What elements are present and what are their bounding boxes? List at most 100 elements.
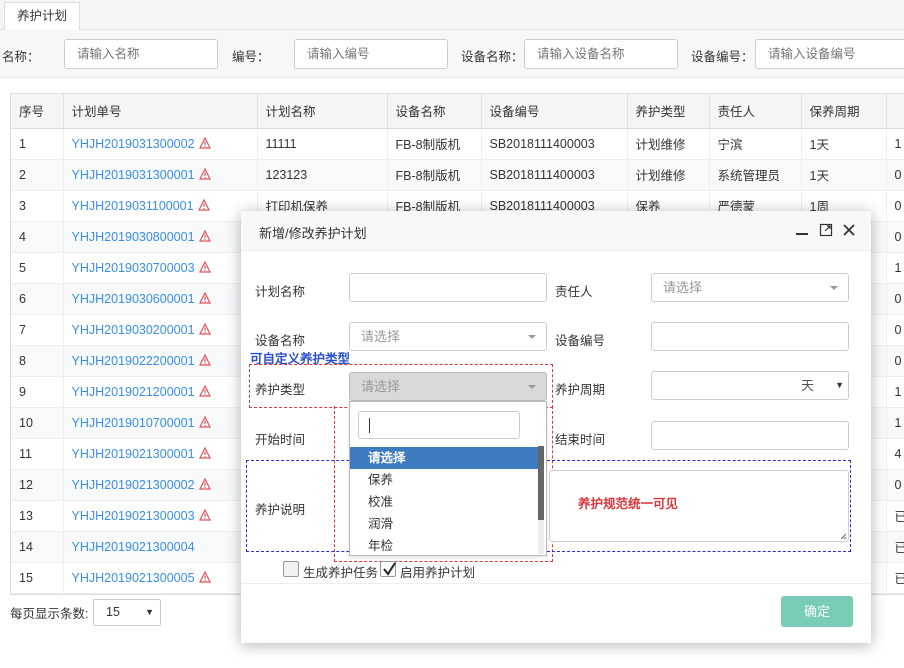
- cycle-input[interactable]: 天 ▼: [651, 371, 849, 400]
- table-cell: 0: [886, 190, 904, 222]
- warning-icon: [198, 384, 211, 397]
- plan-number-cell[interactable]: YHJH2019030200001: [63, 314, 258, 346]
- column-header: 计划单号: [63, 94, 258, 129]
- column-header: [886, 94, 904, 129]
- warning-icon: [198, 260, 211, 273]
- column-header: 养护类型: [627, 94, 710, 129]
- modal-title: 新增/修改养护计划: [259, 226, 367, 241]
- device-name-label: 设备名称: [255, 334, 306, 348]
- plan-number-cell[interactable]: YHJH2019031300002: [63, 128, 258, 160]
- table-cell: 0: [886, 345, 904, 377]
- table-cell: 0: [886, 283, 904, 315]
- maximize-icon[interactable]: [819, 223, 833, 237]
- dropdown-search-input[interactable]: [358, 411, 520, 439]
- warning-icon: [198, 508, 211, 521]
- filter-device-code-input[interactable]: [755, 39, 904, 69]
- filter-name-input[interactable]: [64, 39, 218, 69]
- column-header: 责任人: [709, 94, 802, 129]
- plan-number-cell[interactable]: YHJH2019030800001: [63, 221, 258, 253]
- plan-number-cell[interactable]: YHJH2019030700003: [63, 252, 258, 284]
- dropdown-option[interactable]: 保养: [350, 469, 540, 491]
- table-cell: 6: [11, 283, 64, 315]
- plan-number-cell[interactable]: YHJH2019010700001: [63, 407, 258, 439]
- chevron-down-icon: ▼: [145, 607, 154, 617]
- table-cell: SB2018111400003: [481, 128, 628, 160]
- end-time-label: 结束时间: [555, 433, 606, 447]
- plan-name-input[interactable]: [349, 273, 547, 302]
- device-no-label: 设备编号: [555, 334, 606, 348]
- plan-number-link[interactable]: YHJH2019031300002: [72, 137, 195, 151]
- generate-task-checkbox[interactable]: [283, 561, 299, 577]
- plan-number-cell[interactable]: YHJH2019031300001: [63, 159, 258, 191]
- plan-number-cell[interactable]: YHJH2019021300003: [63, 500, 258, 532]
- caret-down-icon: [830, 286, 838, 290]
- table-cell: 15: [11, 562, 64, 594]
- table-row[interactable]: 2 YHJH2019031300001 123123 FB-8制版机 SB2018111…: [11, 159, 904, 191]
- column-header: 设备名称: [387, 94, 482, 129]
- table-cell: 1天: [801, 128, 887, 160]
- plan-number-link[interactable]: YHJH2019022200001: [72, 354, 195, 368]
- warning-icon: [198, 446, 211, 459]
- chevron-down-icon[interactable]: ▼: [835, 372, 844, 399]
- filter-device-name-input[interactable]: [524, 39, 678, 69]
- end-time-input[interactable]: [651, 421, 849, 450]
- table-cell: 3: [11, 190, 64, 222]
- confirm-button[interactable]: 确定: [781, 596, 853, 627]
- plan-number-link[interactable]: YHJH2019031100001: [72, 199, 194, 213]
- enable-plan-checkbox[interactable]: [380, 561, 396, 577]
- type-dropdown: 请选择 保养 校准 润滑 年检: [349, 401, 547, 556]
- table-cell: 13: [11, 500, 64, 532]
- plan-number-link[interactable]: YHJH2019030200001: [72, 323, 195, 337]
- plan-number-link[interactable]: YHJH2019021300003: [72, 509, 195, 523]
- plan-number-cell[interactable]: YHJH2019021300004: [63, 531, 258, 563]
- plan-number-cell[interactable]: YHJH2019022200001: [63, 345, 258, 377]
- plan-number-cell[interactable]: YHJH2019021300001: [63, 438, 258, 470]
- table-cell: 已: [886, 531, 904, 563]
- table-cell: 1: [886, 407, 904, 439]
- owner-select[interactable]: 请选择: [651, 273, 849, 302]
- dropdown-option[interactable]: 请选择: [350, 447, 540, 469]
- type-select[interactable]: 请选择: [349, 372, 547, 401]
- plan-number-link[interactable]: YHJH2019031300001: [72, 168, 195, 182]
- plan-number-cell[interactable]: YHJH2019030600001: [63, 283, 258, 315]
- dropdown-option[interactable]: 润滑: [350, 513, 540, 535]
- plan-number-link[interactable]: YHJH2019021300001: [72, 447, 195, 461]
- device-no-input[interactable]: [651, 322, 849, 351]
- plan-number-link[interactable]: YHJH2019021200001: [72, 385, 195, 399]
- table-cell: 1: [11, 128, 64, 160]
- dropdown-option[interactable]: 年检: [350, 535, 540, 557]
- table-cell: 0: [886, 221, 904, 253]
- device-name-select[interactable]: 请选择: [349, 322, 547, 351]
- plan-number-link[interactable]: YHJH2019021300005: [72, 571, 195, 585]
- plan-number-cell[interactable]: YHJH2019031100001: [63, 190, 258, 222]
- plan-number-link[interactable]: YHJH2019030700003: [72, 261, 195, 275]
- plan-number-link[interactable]: YHJH2019021300004: [72, 540, 195, 554]
- table-cell: 10: [11, 407, 64, 439]
- table-row[interactable]: 1 YHJH2019031300002 11111 FB-8制版机 SB20181114…: [11, 128, 904, 160]
- tab-maintenance-plan[interactable]: 养护计划: [4, 2, 81, 30]
- table-cell: 0: [886, 159, 904, 191]
- page-size-select[interactable]: 15 ▼: [93, 599, 161, 626]
- plan-number-cell[interactable]: YHJH2019021300002: [63, 469, 258, 501]
- plan-number-cell[interactable]: YHJH2019021300005: [63, 562, 258, 594]
- table-cell: 8: [11, 345, 64, 377]
- column-header: 计划名称: [257, 94, 388, 129]
- page-size-label: 每页显示条数:: [10, 607, 89, 621]
- dropdown-scrollbar-thumb[interactable]: [538, 446, 544, 520]
- plan-number-cell[interactable]: YHJH2019021200001: [63, 376, 258, 408]
- minimize-icon[interactable]: [795, 223, 809, 237]
- plan-number-link[interactable]: YHJH2019021300002: [72, 478, 195, 492]
- owner-placeholder: 请选择: [663, 280, 703, 295]
- filter-code-input[interactable]: [294, 39, 448, 69]
- table-cell: 计划维修: [627, 159, 710, 191]
- dropdown-option[interactable]: 校准: [350, 491, 540, 513]
- plan-number-link[interactable]: YHJH2019010700001: [72, 416, 195, 430]
- table-cell: 宁滨: [709, 128, 802, 160]
- plan-number-link[interactable]: YHJH2019030600001: [72, 292, 195, 306]
- column-header: 序号: [11, 94, 64, 129]
- plan-number-link[interactable]: YHJH2019030800001: [72, 230, 195, 244]
- filter-name-label: 名称：: [2, 50, 40, 64]
- page-size-value: 15: [106, 605, 120, 619]
- table-cell: 1天: [801, 159, 887, 191]
- close-icon[interactable]: [842, 223, 856, 237]
